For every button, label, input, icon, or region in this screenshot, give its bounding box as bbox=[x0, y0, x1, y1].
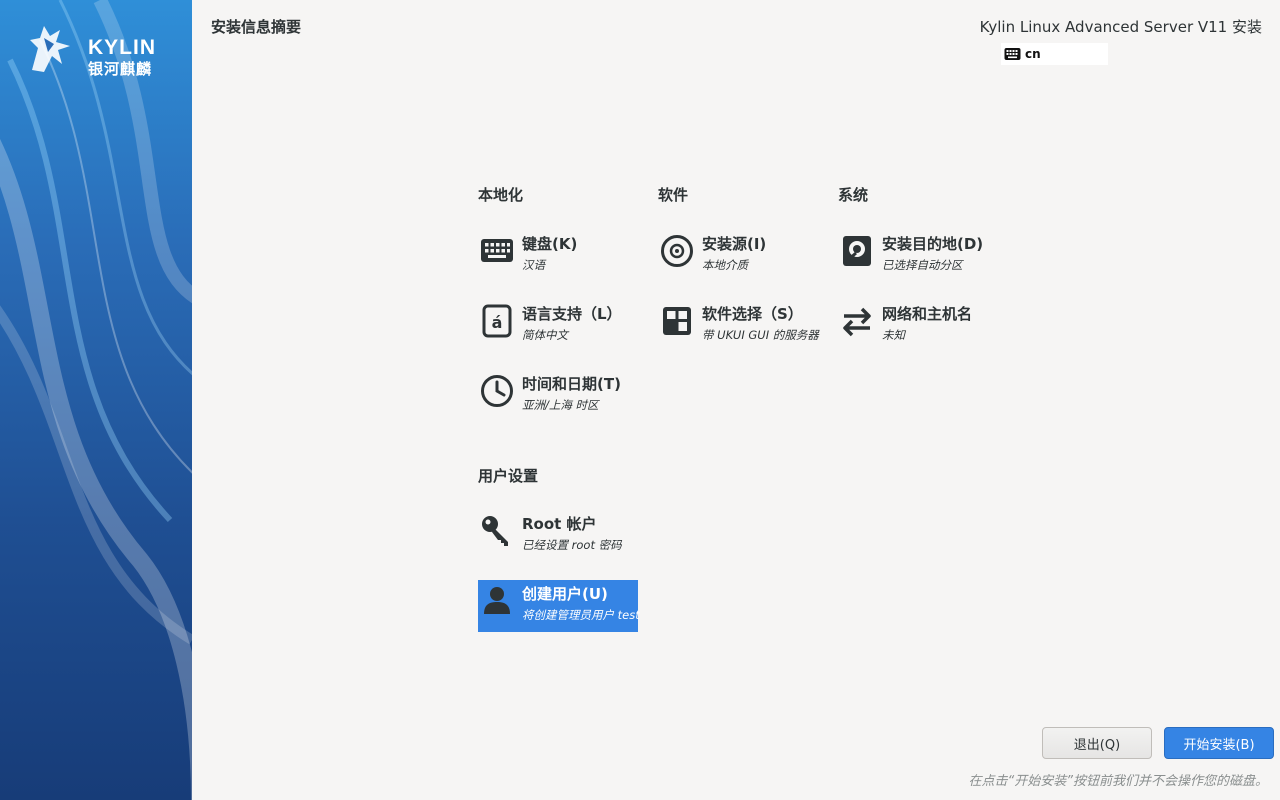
spoke-language-name: 语言支持（L） bbox=[522, 305, 622, 323]
spoke-create-user[interactable]: 创建用户(U) 将创建管理员用户 test bbox=[478, 580, 640, 632]
harddisk-icon bbox=[843, 236, 871, 266]
spoke-keyboard[interactable]: 键盘(K) 汉语 bbox=[478, 230, 638, 282]
spoke-network-status: 未知 bbox=[882, 328, 905, 342]
clock-icon bbox=[481, 375, 513, 407]
spoke-user-status: 将创建管理员用户 test bbox=[522, 608, 640, 622]
spoke-root-name: Root 帐户 bbox=[522, 515, 597, 533]
spoke-date-time[interactable]: 时间和日期(T) 亚洲/上海 时区 bbox=[478, 370, 638, 422]
spoke-software-selection-status: 带 UKUI GUI 的服务器 bbox=[702, 328, 819, 342]
sidebar-waves-decoration bbox=[0, 0, 192, 800]
spoke-network-hostname[interactable]: 网络和主机名 未知 bbox=[838, 300, 998, 352]
disc-icon bbox=[661, 235, 693, 267]
spoke-destination-name: 安装目的地(D) bbox=[882, 235, 984, 253]
keyboard-layout-code: cn bbox=[1025, 47, 1041, 61]
spoke-keyboard-name: 键盘(K) bbox=[522, 235, 578, 253]
spoke-software-selection-name: 软件选择（S） bbox=[702, 305, 803, 323]
spoke-datetime-status: 亚洲/上海 时区 bbox=[522, 398, 599, 412]
spoke-user-name: 创建用户(U) bbox=[522, 585, 608, 603]
kylin-logo: KYLIN 银河麒麟 bbox=[26, 18, 176, 78]
begin-installation-button[interactable]: 开始安装(B) bbox=[1164, 727, 1274, 759]
spoke-software-selection[interactable]: 软件选择（S） 带 UKUI GUI 的服务器 bbox=[658, 300, 819, 352]
spoke-source-name: 安装源(I) bbox=[702, 235, 767, 253]
spoke-network-name: 网络和主机名 bbox=[882, 305, 973, 323]
key-icon bbox=[482, 516, 508, 546]
spoke-root-status: 已经设置 root 密码 bbox=[522, 538, 622, 552]
section-title-user-settings: 用户设置 bbox=[478, 467, 539, 485]
logo-wordmark: KYLIN bbox=[88, 36, 156, 59]
user-icon bbox=[484, 587, 510, 614]
language-icon: á bbox=[482, 304, 512, 338]
spoke-source-status: 本地介质 bbox=[702, 258, 748, 272]
section-title-system: 系统 bbox=[838, 186, 869, 204]
keyboard-layout-indicator[interactable]: cn bbox=[1001, 43, 1108, 65]
spoke-installation-source[interactable]: 安装源(I) 本地介质 bbox=[658, 230, 818, 282]
product-title: Kylin Linux Advanced Server V11 安装 bbox=[979, 18, 1262, 36]
spoke-destination-status: 已选择自动分区 bbox=[882, 258, 963, 272]
page-title: 安装信息摘要 bbox=[211, 18, 302, 36]
logo-chinese-name: 银河麒麟 bbox=[88, 60, 153, 78]
spoke-language-status: 简体中文 bbox=[522, 328, 568, 342]
spoke-installation-destination[interactable]: 安装目的地(D) 已选择自动分区 bbox=[838, 230, 998, 282]
keyboard-icon bbox=[1004, 48, 1021, 60]
keyboard-icon bbox=[481, 239, 513, 262]
network-arrows-icon bbox=[843, 307, 871, 337]
sidebar: KYLIN 银河麒麟 bbox=[0, 0, 192, 800]
spoke-datetime-name: 时间和日期(T) bbox=[522, 375, 621, 393]
section-title-localization: 本地化 bbox=[478, 186, 524, 204]
svg-text:á: á bbox=[492, 313, 503, 332]
spoke-root-account[interactable]: Root 帐户 已经设置 root 密码 bbox=[478, 510, 638, 562]
quit-button[interactable]: 退出(Q) bbox=[1042, 727, 1152, 759]
section-title-software: 软件 bbox=[658, 186, 689, 204]
kylin-emblem-icon bbox=[30, 26, 70, 72]
package-icon bbox=[663, 307, 691, 335]
footer-note: 在点击“开始安装”按钮前我们并不会操作您的磁盘。 bbox=[968, 774, 1268, 789]
spoke-keyboard-status: 汉语 bbox=[522, 258, 545, 272]
spoke-language-support[interactable]: á 语言支持（L） 简体中文 bbox=[478, 300, 638, 352]
